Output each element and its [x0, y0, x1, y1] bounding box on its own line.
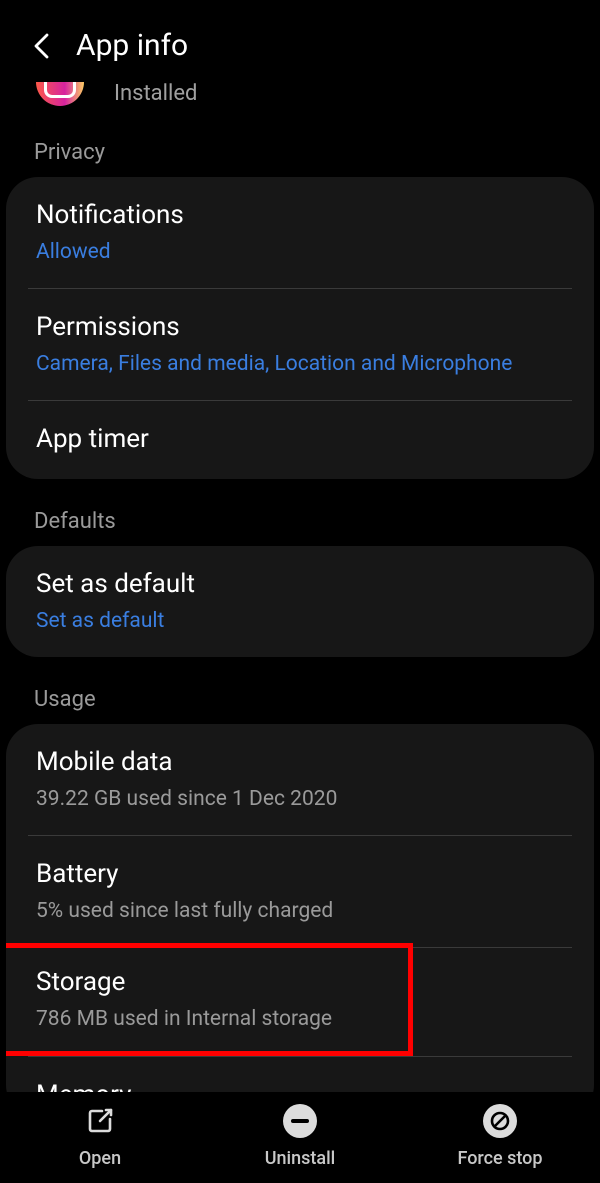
- row-title: Storage: [36, 966, 378, 1000]
- open-button[interactable]: Open: [0, 1102, 200, 1169]
- row-app-timer[interactable]: App timer: [6, 401, 594, 479]
- row-mobile-data[interactable]: Mobile data 39.22 GB used since 1 Dec 20…: [6, 724, 594, 835]
- force-stop-button[interactable]: Force stop: [400, 1102, 600, 1169]
- row-notifications[interactable]: Notifications Allowed: [6, 177, 594, 288]
- bottom-bar: Open Uninstall Force stop: [0, 1092, 600, 1183]
- row-permissions[interactable]: Permissions Camera, Files and media, Loc…: [6, 289, 594, 400]
- row-sub: 786 MB used in Internal storage: [36, 1006, 378, 1033]
- row-sub: Camera, Files and media, Location and Mi…: [36, 351, 564, 378]
- header: App info: [0, 0, 600, 81]
- uninstall-button[interactable]: Uninstall: [200, 1102, 400, 1169]
- row-title: App timer: [36, 423, 564, 457]
- row-sub: Set as default: [36, 608, 564, 635]
- row-title: Permissions: [36, 311, 564, 345]
- card-usage: Mobile data 39.22 GB used since 1 Dec 20…: [6, 724, 594, 1117]
- button-label: Open: [79, 1148, 121, 1169]
- row-set-default[interactable]: Set as default Set as default: [6, 546, 594, 657]
- card-defaults: Set as default Set as default: [6, 546, 594, 657]
- section-label-defaults: Defaults: [0, 497, 600, 546]
- row-title: Notifications: [36, 199, 564, 233]
- app-status-row: Installed: [0, 81, 600, 128]
- page-title: App info: [76, 28, 188, 63]
- row-storage[interactable]: Storage 786 MB used in Internal storage: [6, 943, 413, 1056]
- row-sub: Allowed: [36, 239, 564, 266]
- row-battery[interactable]: Battery 5% used since last fully charged: [6, 836, 594, 947]
- open-icon: [81, 1102, 119, 1140]
- button-label: Force stop: [457, 1148, 542, 1169]
- back-icon[interactable]: [28, 33, 54, 59]
- button-label: Uninstall: [265, 1148, 336, 1169]
- row-title: Mobile data: [36, 746, 564, 780]
- minus-circle-icon: [281, 1102, 319, 1140]
- section-label-privacy: Privacy: [0, 128, 600, 177]
- install-status: Installed: [114, 81, 197, 106]
- card-privacy: Notifications Allowed Permissions Camera…: [6, 177, 594, 479]
- instagram-icon: [36, 82, 84, 106]
- stop-circle-icon: [481, 1102, 519, 1140]
- section-label-usage: Usage: [0, 675, 600, 724]
- row-sub: 39.22 GB used since 1 Dec 2020: [36, 786, 564, 813]
- row-title: Battery: [36, 858, 564, 892]
- row-title: Set as default: [36, 568, 564, 602]
- row-sub: 5% used since last fully charged: [36, 898, 564, 925]
